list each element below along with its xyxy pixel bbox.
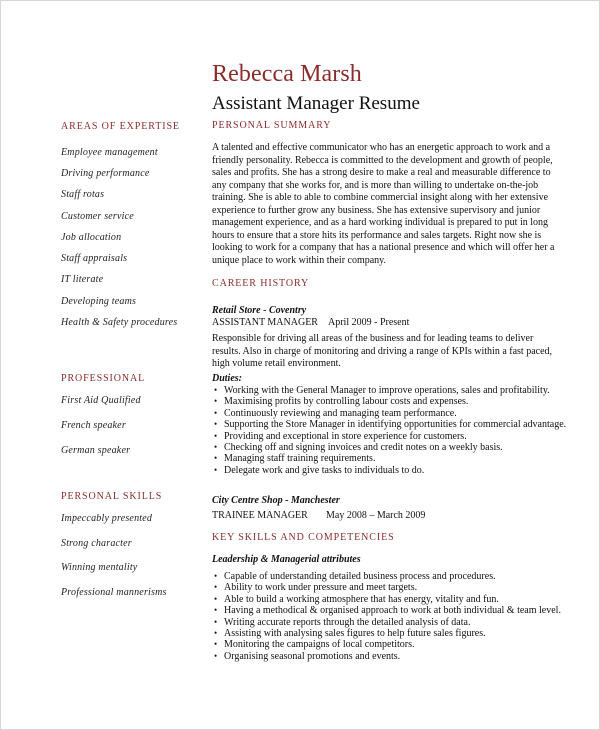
skill-item: • Writing accurate reports through the de… xyxy=(214,616,471,628)
job-description: Responsible for driving all areas of the… xyxy=(212,333,553,369)
duty-item: • Working with the General Manager to imp… xyxy=(214,385,550,396)
expertise-item: Job allocation xyxy=(61,232,122,243)
duties-list: • Working with the General Manager to imp… xyxy=(212,385,567,476)
bullet-icon: • xyxy=(214,396,218,407)
professional-item: German speaker xyxy=(61,445,131,456)
personal-skill-item: Professional mannerisms xyxy=(61,587,167,598)
summary-heading: PERSONAL SUMMARY xyxy=(212,120,332,131)
bullet-icon: • xyxy=(214,593,218,604)
expertise-heading: AREAS OF EXPERTISE xyxy=(61,121,180,132)
resume-title: Assistant Manager Resume xyxy=(212,93,420,114)
expertise-item: Staff appraisals xyxy=(61,253,128,264)
expertise-item: Driving performance xyxy=(61,168,150,179)
expertise-item: Employee management xyxy=(61,147,158,158)
expertise-item: Staff rotas xyxy=(61,189,105,200)
professional-item: French speaker xyxy=(61,420,126,431)
job-title: ASSISTANT MANAGER xyxy=(212,317,318,328)
skill-item: • Able to build a working atmosphere that… xyxy=(214,593,499,605)
bullet-icon: • xyxy=(214,453,218,464)
summary-text: A talented and effective communicator wh… xyxy=(212,142,555,266)
job-title-line: ASSISTANT MANAGER April 2009 - Present xyxy=(212,317,409,328)
personal-skills-heading: PERSONAL SKILLS xyxy=(61,491,163,502)
professional-heading: PROFESSIONAL xyxy=(61,373,146,384)
bullet-icon: • xyxy=(214,464,218,475)
bullet-icon: • xyxy=(214,419,218,430)
personal-skill-item: Impeccably presented xyxy=(61,513,153,524)
expertise-item: IT literate xyxy=(61,274,104,285)
job-company: City Centre Shop - Manchester xyxy=(212,495,340,506)
duty-item: • Checking off and signing invoices and c… xyxy=(214,442,503,454)
bullet-icon: • xyxy=(214,582,218,593)
duty-item: • Providing and exceptional in store expe… xyxy=(214,430,467,442)
personal-skill-item: Strong character xyxy=(61,538,132,549)
career-heading: CAREER HISTORY xyxy=(212,278,310,289)
skills-list: • Capable of understanding detailed busin… xyxy=(212,571,562,662)
duty-item: • Supporting the Store Manager in identif… xyxy=(214,419,567,431)
candidate-name: Rebecca Marsh xyxy=(212,61,362,87)
duties-label: Duties: xyxy=(212,373,242,384)
skill-item: • Monitoring the campaigns of local compe… xyxy=(214,639,415,651)
duty-item: • Managing staff training requirements. xyxy=(214,453,376,465)
job-title-line: TRAINEE MANAGER May 2008 – March 2009 xyxy=(212,510,425,521)
bullet-icon: • xyxy=(214,407,218,418)
job-dates: April 2009 - Present xyxy=(328,317,410,328)
bullet-icon: • xyxy=(214,605,218,616)
expertise-item: Health & Safety procedures xyxy=(61,317,178,328)
job-title: TRAINEE MANAGER xyxy=(212,510,308,521)
professional-item: First Aid Qualified xyxy=(61,395,141,406)
bullet-icon: • xyxy=(214,650,218,661)
job-company: Retail Store - Coventry xyxy=(212,305,307,316)
job-dates: May 2008 – March 2009 xyxy=(326,510,426,521)
duty-item: • Maximising profits by controlling labou… xyxy=(214,396,469,408)
bullet-icon: • xyxy=(214,616,218,627)
bullet-icon: • xyxy=(214,430,218,441)
bullet-icon: • xyxy=(214,442,218,453)
bullet-icon: • xyxy=(214,385,218,395)
resume-page: Rebecca Marsh Assistant Manager Resume A… xyxy=(0,0,600,730)
bullet-icon: • xyxy=(214,628,218,639)
skill-item: • Organising seasonal promotions and even… xyxy=(214,650,401,662)
skill-item: • Ability to work under pressure and meet… xyxy=(214,582,418,594)
bullet-icon: • xyxy=(214,571,218,581)
skill-item: • Having a methodical & organised approac… xyxy=(214,605,561,617)
skills-subheading: Leadership & Managerial attributes xyxy=(212,554,361,565)
duty-item: • Continuously reviewing and managing tea… xyxy=(214,407,457,419)
skill-item: • Capable of understanding detailed busin… xyxy=(214,571,496,582)
bullet-icon: • xyxy=(214,639,218,650)
skills-heading: KEY SKILLS AND COMPETENCIES xyxy=(212,532,395,543)
expertise-item: Customer service xyxy=(61,211,134,222)
duty-item: • Delegate work and give tasks to individ… xyxy=(214,464,425,476)
personal-skill-item: Winning mentality xyxy=(61,562,138,573)
expertise-item: Developing teams xyxy=(61,296,137,307)
skill-item: • Assisting with analysing sales figures … xyxy=(214,628,486,640)
